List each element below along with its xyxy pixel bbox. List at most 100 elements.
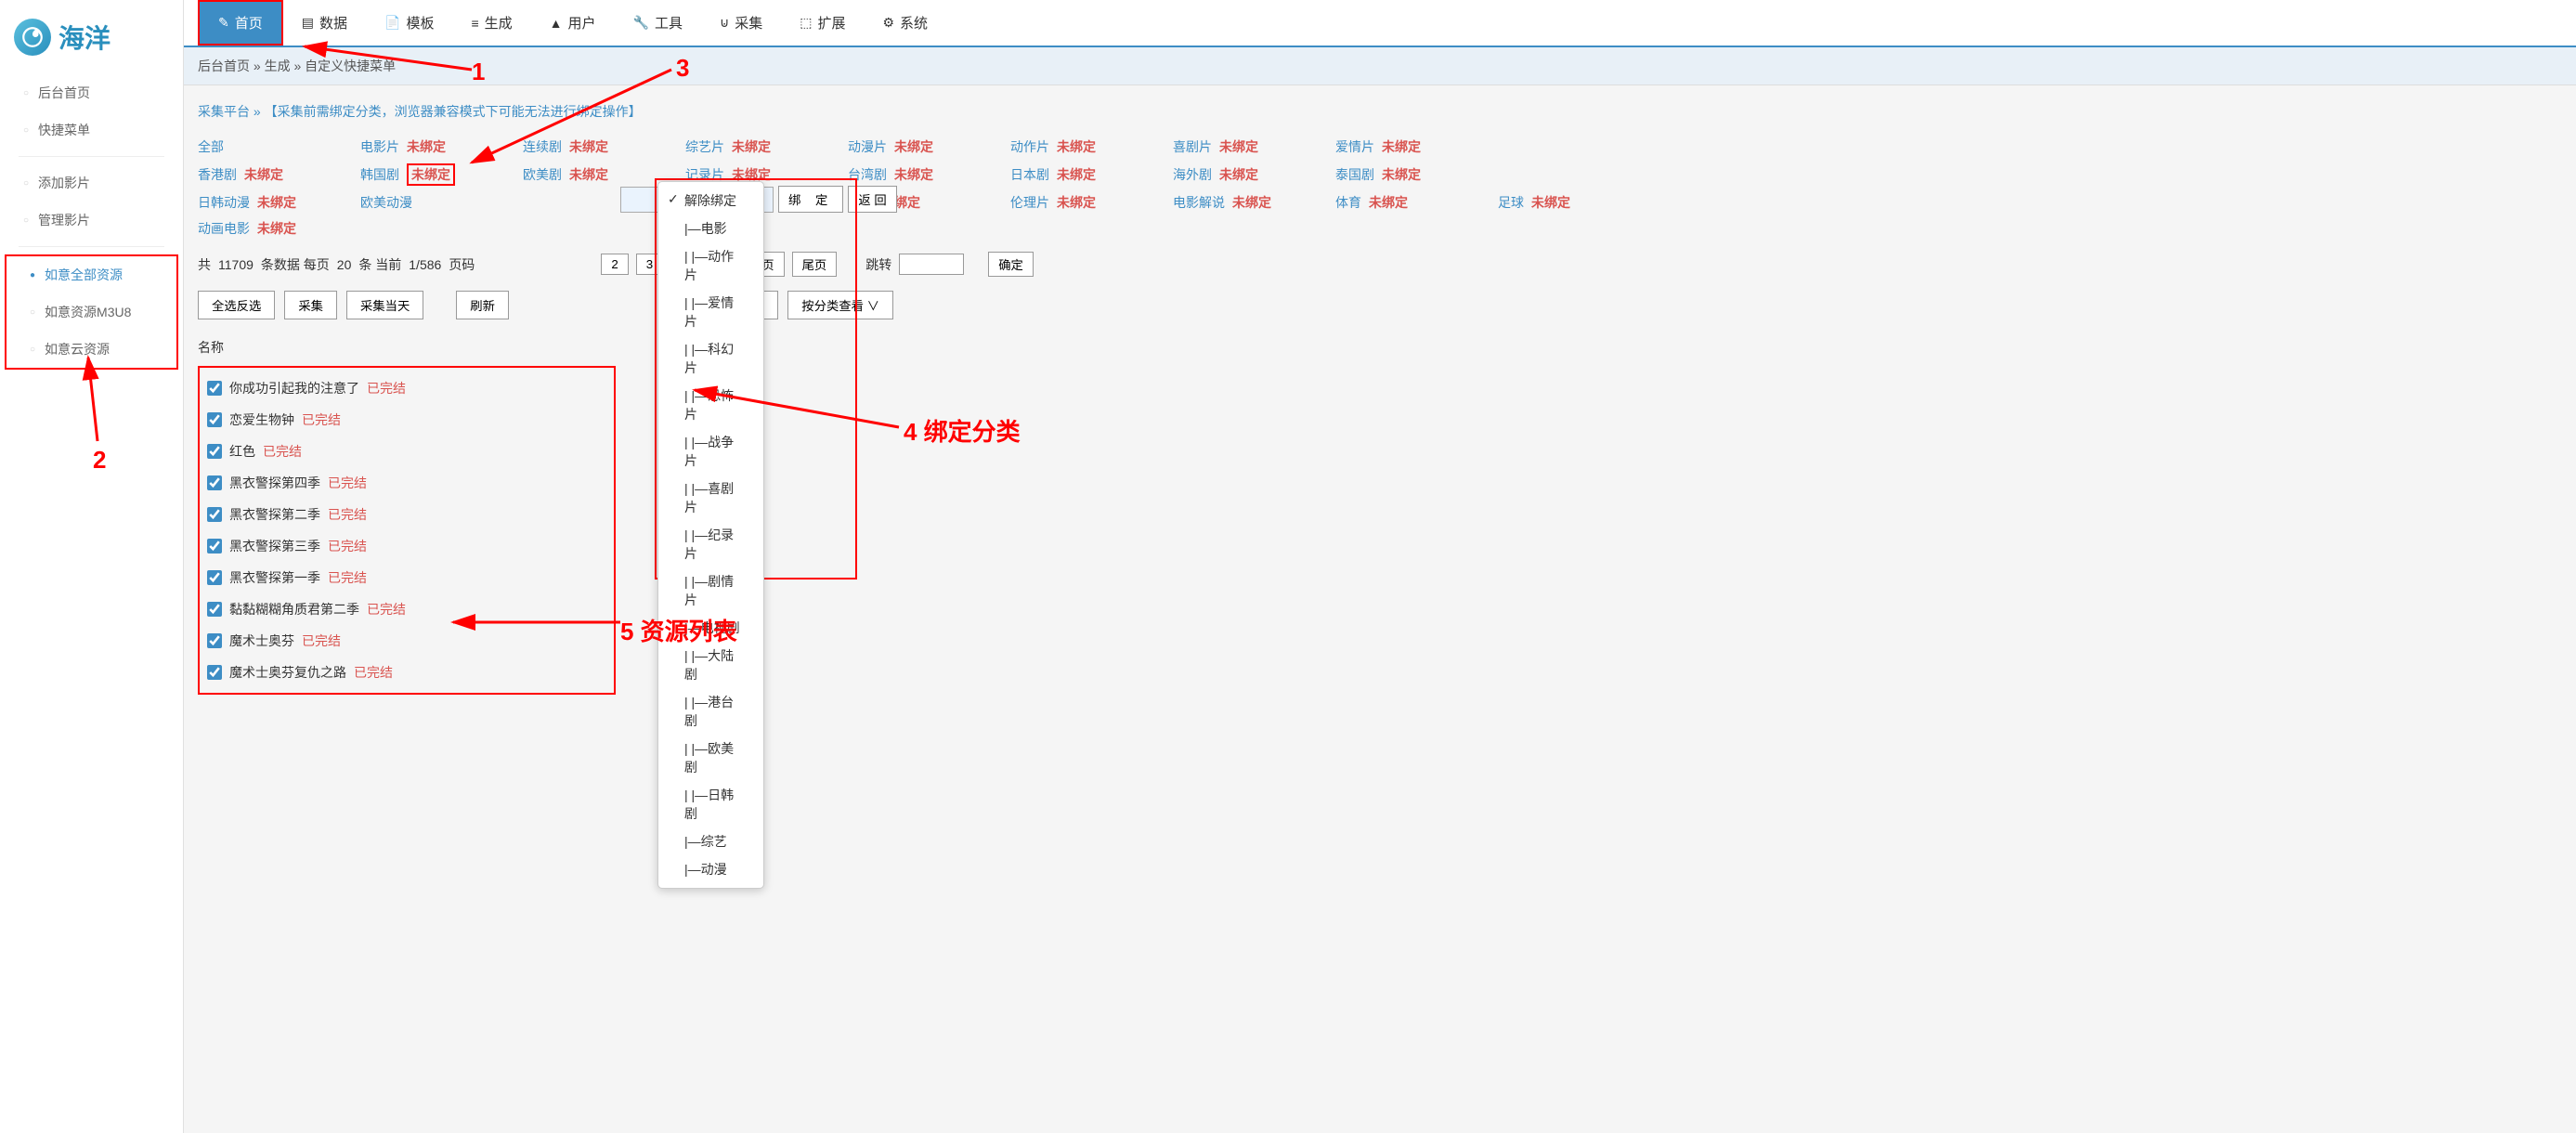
item-checkbox[interactable] [207, 412, 222, 427]
item-title[interactable]: 黏黏糊糊角质君第二季 [229, 600, 359, 619]
dropdown-item[interactable]: | |—科幻片 [658, 335, 763, 382]
category-dropdown: 解除绑定|—电影| |—动作片| |—爱情片| |—科幻片| |—恐怖片| |—… [657, 181, 764, 889]
category-name[interactable]: 电影解说 [1173, 193, 1225, 212]
category-name[interactable]: 韩国剧 [360, 165, 399, 184]
dropdown-item[interactable]: | |—动作片 [658, 242, 763, 289]
item-checkbox[interactable] [207, 633, 222, 648]
category-name[interactable]: 泰国剧 [1335, 165, 1374, 184]
refresh-button[interactable]: 刷新 [456, 291, 509, 319]
sidebar-item-add-video[interactable]: 添加影片 [0, 164, 183, 202]
dropdown-item[interactable]: | |—日韩剧 [658, 781, 763, 827]
dropdown-item[interactable]: | |—欧美剧 [658, 735, 763, 781]
item-checkbox[interactable] [207, 475, 222, 490]
nav-data[interactable]: ▤数据 [283, 0, 366, 46]
dropdown-item[interactable]: | |—恐怖片 [658, 382, 763, 428]
item-checkbox[interactable] [207, 602, 222, 617]
sidebar-item-ruyi-all[interactable]: 如意全部资源 [7, 256, 176, 293]
dropdown-item[interactable]: |—综艺 [658, 827, 763, 855]
item-checkbox[interactable] [207, 665, 222, 680]
dropdown-item[interactable]: | |—大陆剧 [658, 642, 763, 688]
nav-home[interactable]: ✎首页 [198, 0, 283, 46]
select-all-button[interactable]: 全选反选 [198, 291, 275, 319]
category-name[interactable]: 电影片 [360, 137, 399, 156]
category-cell: 足球未绑定 [1498, 193, 1660, 212]
breadcrumb-item[interactable]: 自定义快捷菜单 [305, 59, 396, 73]
nav-extend[interactable]: ⬚扩展 [781, 0, 864, 46]
nav-user[interactable]: ▲用户 [531, 0, 615, 46]
item-checkbox[interactable] [207, 381, 222, 396]
item-title[interactable]: 你成功引起我的注意了 [229, 379, 359, 397]
dropdown-item[interactable]: | |—喜剧片 [658, 475, 763, 521]
bind-button[interactable]: 绑 定 [778, 186, 843, 213]
jump-confirm[interactable]: 确定 [988, 252, 1034, 277]
category-name[interactable]: 动漫片 [848, 137, 887, 156]
nav-system[interactable]: ⚙系统 [864, 0, 946, 46]
category-name[interactable]: 欧美剧 [523, 165, 562, 184]
category-name[interactable]: 连续剧 [523, 137, 562, 156]
item-status: 已完结 [354, 663, 393, 682]
dropdown-item[interactable]: | |—战争片 [658, 428, 763, 475]
nav-collect[interactable]: ⊍采集 [701, 0, 781, 46]
jump-input[interactable] [899, 254, 964, 275]
dropdown-item[interactable]: | |—港台剧 [658, 688, 763, 735]
return-button[interactable]: 返 回 [848, 186, 896, 213]
category-name[interactable]: 香港剧 [198, 165, 237, 184]
category-status: 未绑定 [1219, 165, 1258, 184]
item-checkbox[interactable] [207, 507, 222, 522]
item-title[interactable]: 黑衣警探第三季 [229, 537, 320, 555]
item-title[interactable]: 黑衣警探第一季 [229, 568, 320, 587]
dropdown-item[interactable]: |—电视剧 [658, 614, 763, 642]
category-status: 未绑定 [569, 137, 608, 156]
breadcrumb-item[interactable]: 后台首页 [198, 59, 250, 73]
nav-generate[interactable]: ≡生成 [452, 0, 530, 46]
view-by-category-button[interactable]: 按分类查看 ∨ [787, 291, 893, 319]
item-title[interactable]: 恋爱生物钟 [229, 410, 294, 429]
item-checkbox[interactable] [207, 539, 222, 553]
item-title[interactable]: 魔术士奥芬复仇之路 [229, 663, 346, 682]
category-name[interactable]: 伦理片 [1010, 193, 1049, 212]
category-cell: 爱情片未绑定 [1335, 137, 1498, 156]
sidebar-item-ruyi-cloud[interactable]: 如意云资源 [7, 331, 176, 368]
category-name[interactable]: 体育 [1335, 193, 1361, 212]
item-title[interactable]: 黑衣警探第二季 [229, 505, 320, 524]
category-name[interactable]: 全部 [198, 137, 224, 156]
category-name[interactable]: 爱情片 [1335, 137, 1374, 156]
dropdown-item[interactable]: | |—纪录片 [658, 521, 763, 567]
category-name[interactable]: 日本剧 [1010, 165, 1049, 184]
last-page[interactable]: 尾页 [792, 252, 838, 277]
page-2[interactable]: 2 [601, 254, 628, 275]
category-name[interactable]: 日韩动漫 [198, 193, 250, 212]
dropdown-item[interactable]: | |—爱情片 [658, 289, 763, 335]
sidebar-item-home[interactable]: 后台首页 [0, 74, 183, 111]
item-title[interactable]: 黑衣警探第四季 [229, 474, 320, 492]
dropdown-item[interactable]: |—动漫 [658, 855, 763, 883]
dropdown-item[interactable]: | |—剧情片 [658, 567, 763, 614]
sidebar-item-ruyi-m3u8[interactable]: 如意资源M3U8 [7, 293, 176, 331]
item-title[interactable]: 魔术士奥芬 [229, 632, 294, 650]
category-name[interactable]: 台湾剧 [848, 165, 887, 184]
collect-today-button[interactable]: 采集当天 [346, 291, 423, 319]
nav-template[interactable]: 📄模板 [366, 0, 452, 46]
breadcrumb-item[interactable]: 生成 [265, 59, 291, 73]
category-name[interactable]: 足球 [1498, 193, 1524, 212]
total-count: 11709 [218, 257, 254, 272]
item-status: 已完结 [263, 442, 302, 461]
user-icon: ▲ [550, 16, 563, 31]
category-name[interactable]: 海外剧 [1173, 165, 1212, 184]
dropdown-item[interactable]: |—电影 [658, 215, 763, 242]
category-status: 未绑定 [1057, 165, 1096, 184]
category-name[interactable]: 综艺片 [685, 137, 724, 156]
dropdown-item[interactable]: 解除绑定 [658, 187, 763, 215]
category-name[interactable]: 动作片 [1010, 137, 1049, 156]
sidebar-item-shortcut[interactable]: 快捷菜单 [0, 111, 183, 149]
item-checkbox[interactable] [207, 570, 222, 585]
category-name[interactable]: 欧美动漫 [360, 193, 412, 212]
nav-tools[interactable]: 🔧工具 [615, 0, 701, 46]
category-cell: 台湾剧未绑定 [848, 163, 1010, 186]
sidebar-item-manage-video[interactable]: 管理影片 [0, 202, 183, 239]
collect-button[interactable]: 采集 [284, 291, 337, 319]
item-title[interactable]: 红色 [229, 442, 255, 461]
category-name[interactable]: 喜剧片 [1173, 137, 1212, 156]
item-checkbox[interactable] [207, 444, 222, 459]
category-name[interactable]: 动画电影 [198, 219, 250, 238]
